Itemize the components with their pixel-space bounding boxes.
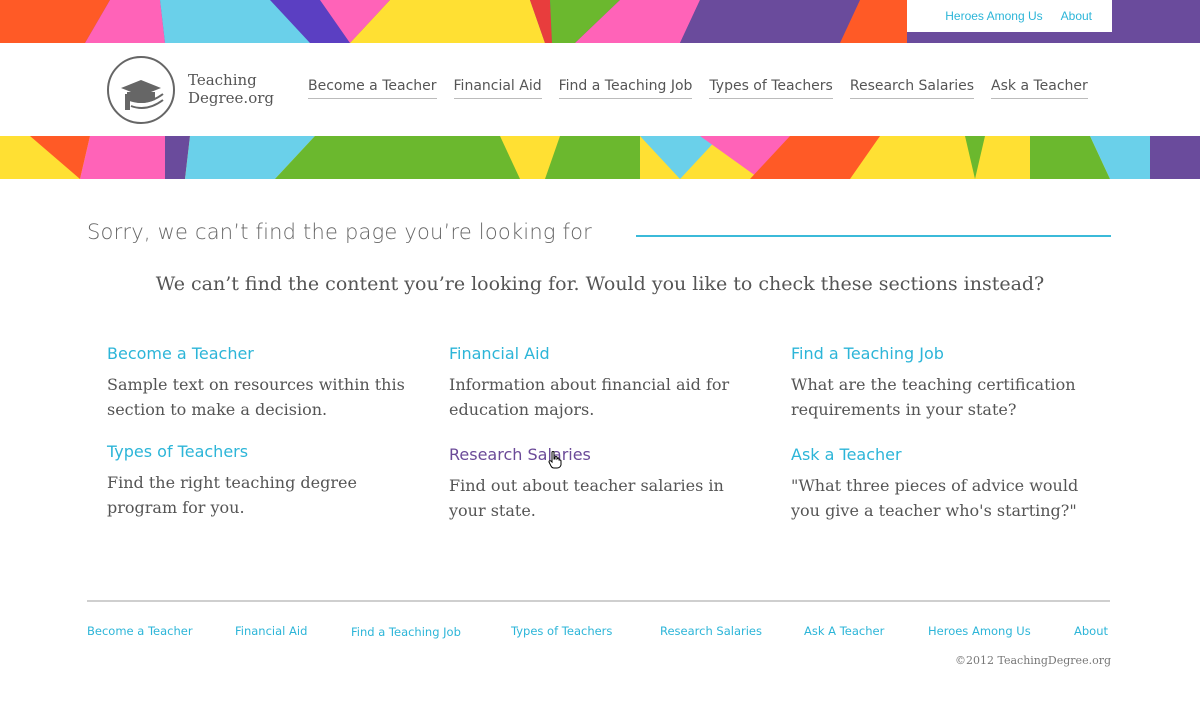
lead-text: We can’t find the content you’re looking…: [155, 273, 1045, 295]
footer-link-about[interactable]: About: [1074, 624, 1108, 638]
utility-link-heroes[interactable]: Heroes Among Us: [945, 9, 1042, 23]
book-cap-icon: [107, 56, 175, 124]
section-link-become-a-teacher[interactable]: Become a Teacher: [107, 344, 407, 363]
section-description: What are the teaching certification requ…: [791, 375, 1076, 419]
logo-text-line1: Teaching: [188, 71, 257, 89]
section-card: Financial Aid Information about financia…: [449, 344, 749, 422]
footer-link-become-a-teacher[interactable]: Become a Teacher: [87, 624, 193, 638]
page-title: Sorry, we can’t find the page you’re loo…: [87, 220, 592, 244]
footer-link-ask-a-teacher[interactable]: Ask A Teacher: [804, 624, 884, 638]
section-link-ask-a-teacher[interactable]: Ask a Teacher: [791, 445, 1091, 464]
footer-link-financial-aid[interactable]: Financial Aid: [235, 624, 307, 638]
section-link-financial-aid[interactable]: Financial Aid: [449, 344, 749, 363]
site-logo[interactable]: Teaching Degree.org: [107, 56, 287, 126]
header-color-band-bottom: [0, 136, 1200, 179]
section-description: Find out about teacher salaries in your …: [449, 476, 724, 520]
utility-link-about[interactable]: About: [1061, 9, 1092, 23]
copyright-text: ©2012 TeachingDegree.org: [955, 654, 1111, 667]
main-nav: Become a Teacher Financial Aid Find a Te…: [308, 78, 1088, 99]
section-description: Sample text on resources within this sec…: [107, 375, 405, 419]
section-card: Ask a Teacher "What three pieces of advi…: [791, 445, 1091, 523]
footer-link-find-a-teaching-job[interactable]: Find a Teaching Job: [351, 625, 461, 639]
nav-ask-a-teacher[interactable]: Ask a Teacher: [991, 78, 1088, 99]
section-description: Information about financial aid for educ…: [449, 375, 730, 419]
nav-become-a-teacher[interactable]: Become a Teacher: [308, 78, 437, 99]
nav-research-salaries[interactable]: Research Salaries: [849, 78, 975, 99]
section-card: Find a Teaching Job What are the teachin…: [791, 344, 1091, 422]
section-link-research-salaries[interactable]: Research Salaries: [449, 445, 749, 464]
section-link-types-of-teachers[interactable]: Types of Teachers: [107, 442, 407, 461]
nav-financial-aid[interactable]: Financial Aid: [453, 78, 542, 99]
section-card: Become a Teacher Sample text on resource…: [107, 344, 407, 422]
section-link-find-a-teaching-job[interactable]: Find a Teaching Job: [791, 344, 1091, 363]
section-description: "What three pieces of advice would you g…: [791, 476, 1079, 520]
title-divider: [636, 235, 1111, 237]
logo-text-line2: Degree.org: [188, 89, 275, 107]
footer-link-heroes-among-us[interactable]: Heroes Among Us: [928, 624, 1031, 638]
footer-link-types-of-teachers[interactable]: Types of Teachers: [511, 624, 612, 638]
section-card: Types of Teachers Find the right teachin…: [107, 442, 407, 520]
nav-types-of-teachers[interactable]: Types of Teachers: [709, 78, 833, 99]
footer-link-research-salaries[interactable]: Research Salaries: [660, 624, 762, 638]
section-card: Research Salaries Find out about teacher…: [449, 445, 749, 523]
hand-cursor-icon: [548, 451, 562, 474]
section-description: Find the right teaching degree program f…: [107, 473, 357, 517]
utility-nav: Heroes Among Us About: [907, 0, 1112, 32]
nav-find-a-teaching-job[interactable]: Find a Teaching Job: [558, 78, 693, 99]
footer-divider: [87, 600, 1110, 602]
